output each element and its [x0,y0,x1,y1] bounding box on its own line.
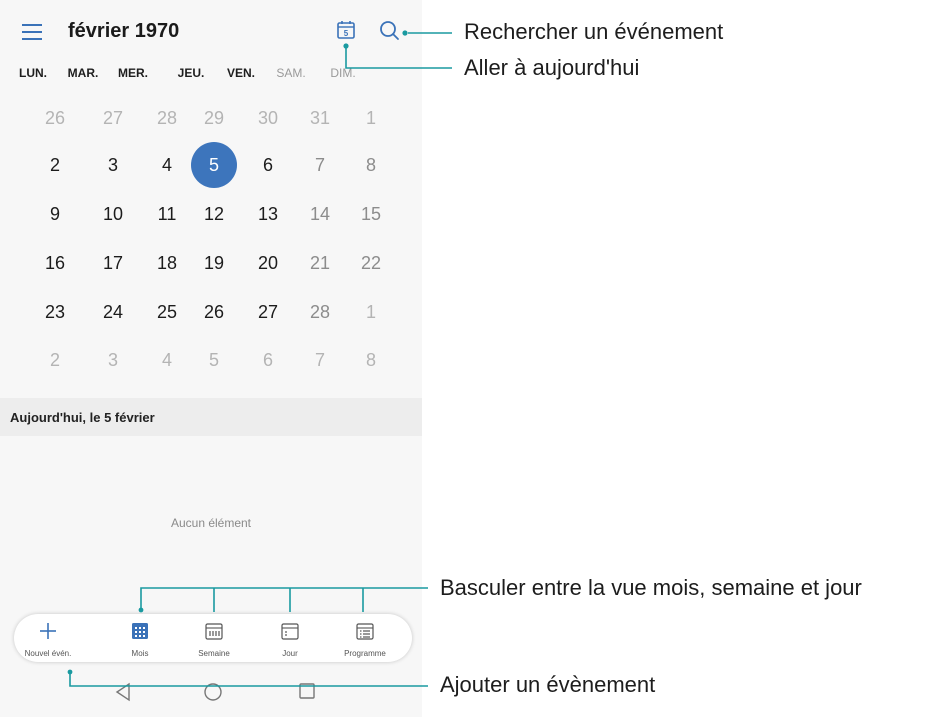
day-cell[interactable]: 17 [90,240,136,286]
callout-add-event: Ajouter un évènement [440,672,656,697]
day-cell[interactable]: 9 [32,191,78,237]
day-cell[interactable]: 27 [90,95,136,141]
day-cell[interactable]: 4 [144,337,190,383]
day-cell[interactable]: 7 [297,142,343,188]
tab-agenda-label: Programme [344,649,386,658]
day-cell[interactable]: 6 [245,142,291,188]
tab-agenda[interactable]: Programme [332,614,398,662]
today-icon-number: 5 [344,29,349,38]
day-cell[interactable]: 26 [32,95,78,141]
day-cell[interactable]: 20 [245,240,291,286]
new-event-button[interactable]: Nouvel évén. [18,614,78,662]
day-cell[interactable]: 14 [297,191,343,237]
day-cell[interactable]: 3 [90,142,136,188]
day-cell[interactable]: 2 [32,337,78,383]
day-cell[interactable]: 8 [348,337,394,383]
month-title[interactable]: février 1970 [68,20,179,43]
callout-switch-view: Basculer entre la vue mois, semaine et j… [440,575,862,600]
day-cell[interactable]: 6 [245,337,291,383]
day-cell[interactable]: 2 [32,142,78,188]
callout-search: Rechercher un événement [464,19,724,44]
callout-today: Aller à aujourd'hui [464,55,640,80]
day-cell[interactable]: 23 [32,289,78,335]
search-icon [380,21,399,40]
tab-month-label: Mois [131,649,149,658]
day-cell[interactable]: 24 [90,289,136,335]
back-icon[interactable] [114,682,132,702]
day-cell[interactable]: 19 [191,240,237,286]
day-cell[interactable]: 16 [32,240,78,286]
recents-icon[interactable] [298,682,316,700]
go-to-today-button[interactable]: 5 [336,20,356,40]
tab-week[interactable]: Semaine [184,614,244,662]
weekday-label: JEU. [177,66,205,80]
day-cell[interactable]: 1 [348,289,394,335]
new-event-label: Nouvel évén. [24,649,72,658]
day-cell[interactable]: 13 [245,191,291,237]
home-icon[interactable] [203,682,223,702]
weekday-label: LUN. [19,66,47,80]
day-cell[interactable]: 5 [191,337,237,383]
day-cell[interactable]: 21 [297,240,343,286]
day-cell[interactable]: 31 [297,95,343,141]
today-section-header: Aujourd'hui, le 5 février [0,398,422,436]
day-cell[interactable]: 10 [90,191,136,237]
day-cell[interactable]: 7 [297,337,343,383]
day-cell[interactable]: 18 [144,240,190,286]
weekday-label: VEN. [226,66,255,80]
day-cell[interactable]: 28 [297,289,343,335]
week-view-icon [205,623,223,640]
weekday-label: MER. [118,66,148,80]
view-switcher-bar: Nouvel évén. Mois Semaine Jour Programme [14,614,412,662]
day-cell[interactable]: 1 [348,95,394,141]
selected-day-cell[interactable]: 5 [191,142,237,188]
day-cell[interactable]: 29 [191,95,237,141]
day-cell[interactable]: 27 [245,289,291,335]
weekday-label: DIM. [330,66,356,80]
tab-day[interactable]: Jour [260,614,320,662]
day-cell[interactable]: 25 [144,289,190,335]
app-header: février 1970 5 [0,0,422,58]
tab-month[interactable]: Mois [110,614,170,662]
plus-icon [40,623,56,639]
day-cell[interactable]: 4 [144,142,190,188]
day-cell[interactable]: 12 [191,191,237,237]
day-cell[interactable]: 8 [348,142,394,188]
day-cell[interactable]: 15 [348,191,394,237]
tab-week-label: Semaine [198,649,230,658]
search-button[interactable] [378,19,402,43]
empty-events-message: Aucun élément [170,516,252,530]
weekday-label: MAR. [67,66,99,80]
day-cell[interactable]: 11 [144,191,190,237]
agenda-view-icon [356,623,374,640]
today-section-title: Aujourd'hui, le 5 février [10,410,155,425]
day-view-icon [281,623,299,640]
day-cell[interactable]: 28 [144,95,190,141]
tab-day-label: Jour [282,649,298,658]
calendar-screen: février 1970 5 Aujourd'hui, le 5 février… [0,0,422,717]
weekday-label: SAM. [276,66,306,80]
day-cell[interactable]: 30 [245,95,291,141]
day-cell[interactable]: 3 [90,337,136,383]
menu-icon[interactable] [22,22,46,42]
calendar-today-icon: 5 [337,21,355,39]
month-view-icon [132,623,148,639]
day-cell[interactable]: 22 [348,240,394,286]
day-cell[interactable]: 26 [191,289,237,335]
